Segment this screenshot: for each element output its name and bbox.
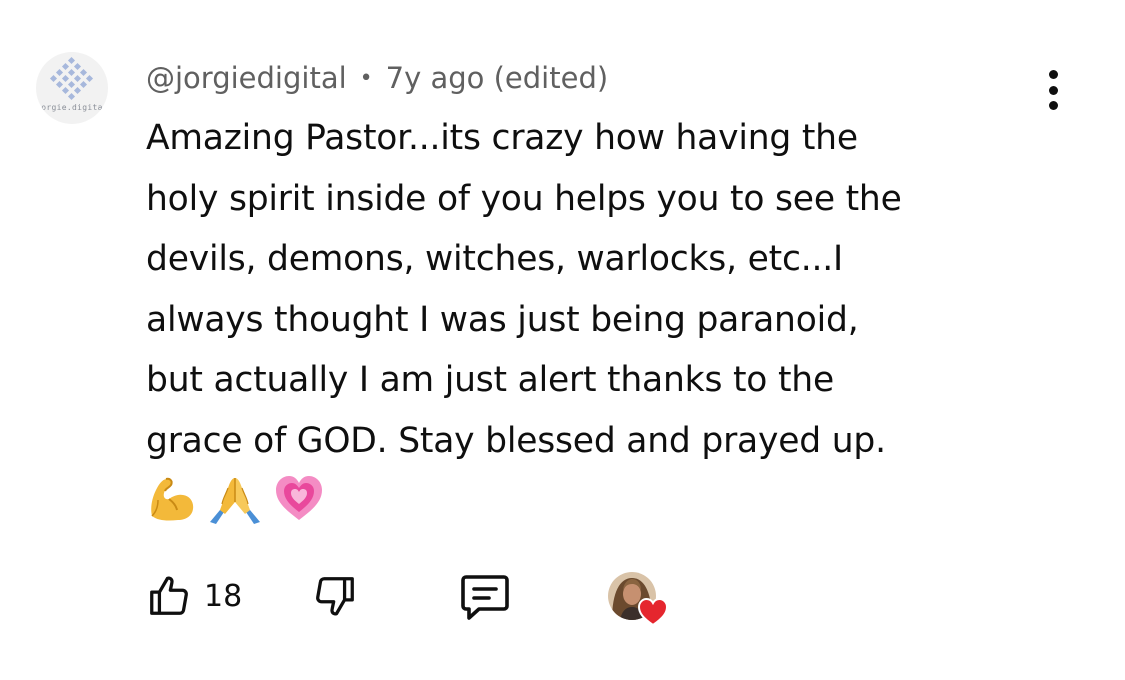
comment-text-line: always thought I was just being paranoid…: [146, 299, 859, 340]
comment-timestamp: 7y ago (edited): [385, 61, 609, 95]
comment-text-line: but actually I am just alert thanks to t…: [146, 360, 835, 400]
comment-text-line: grace of GOD. Stay blessed and prayed up…: [146, 420, 886, 461]
author-handle[interactable]: @jorgiedigital: [146, 61, 347, 95]
like-button[interactable]: 18: [146, 570, 242, 622]
thumbs-up-icon: [150, 576, 188, 615]
comment-text-line: holy spirit inside of you helps you to s…: [146, 178, 902, 219]
like-count: 18: [204, 578, 243, 614]
heart-icon: [638, 598, 668, 626]
reply-comment-icon: [461, 575, 509, 620]
growing-heart-icon: [276, 476, 322, 520]
more-vertical-icon: [1048, 70, 1058, 79]
meta-separator: •: [359, 65, 373, 91]
folded-hands-icon: [210, 478, 260, 524]
more-options-button[interactable]: [1036, 70, 1070, 110]
flexed-biceps-icon: [151, 477, 194, 521]
comment-text: Amazing Pastor...its crazy how having th…: [146, 108, 1051, 471]
reply-button[interactable]: [458, 570, 512, 622]
comment-text-line: Amazing Pastor...its crazy how having th…: [146, 118, 858, 158]
avatar-logo-text: orgie.digita: [41, 103, 103, 112]
comment-card: orgie.digita @jorgiedigital • 7y ago (ed…: [0, 0, 1125, 680]
thumbs-down-icon: [316, 577, 354, 616]
comment-actions: 18: [146, 570, 706, 626]
creator-heart: [608, 570, 670, 626]
author-avatar[interactable]: orgie.digita: [36, 52, 108, 124]
emoji-row: [146, 468, 326, 528]
comment-header: @jorgiedigital • 7y ago (edited): [146, 58, 608, 98]
dislike-button[interactable]: [312, 570, 358, 622]
comment-text-line: devils, demons, witches, warlocks, etc..…: [146, 239, 844, 279]
diamond-logo-icon: [49, 56, 94, 101]
